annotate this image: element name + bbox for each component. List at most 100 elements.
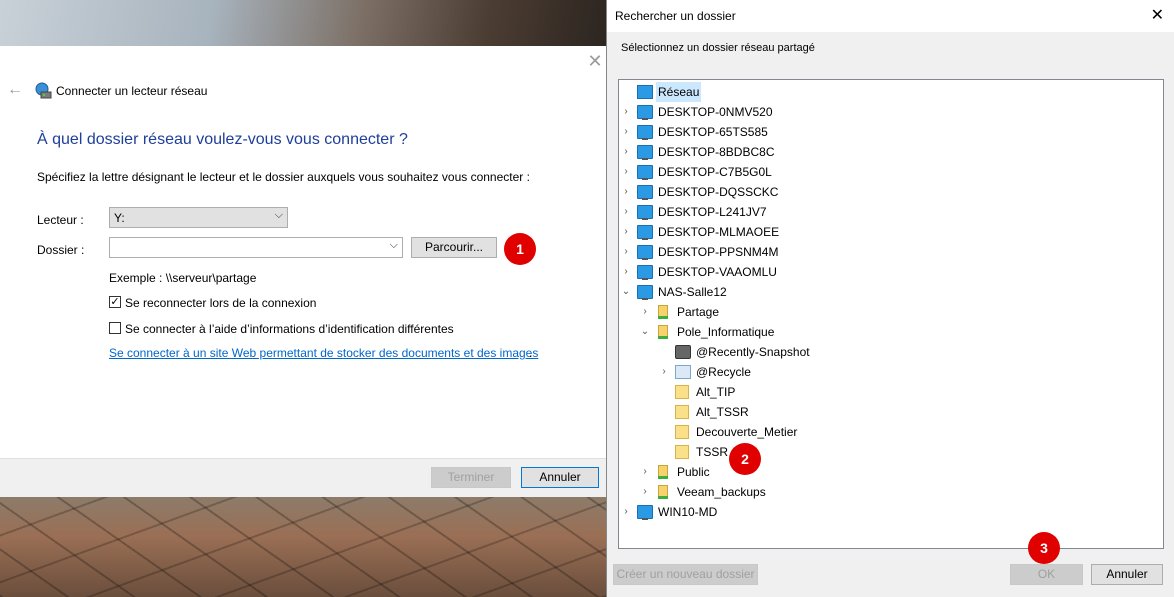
tree-item[interactable]: › DESKTOP-DQSSCKC [619, 182, 1159, 202]
folder-label: Dossier : [37, 243, 85, 257]
chevron-right-icon[interactable]: › [639, 482, 651, 502]
step-badge-3: 3 [1028, 532, 1060, 564]
tree-item-label: TSSR [696, 445, 729, 459]
drive-select[interactable]: Y: ⌵ [109, 207, 288, 228]
tree-item[interactable]: › DESKTOP-65TS585 [619, 122, 1159, 142]
page-heading: À quel dossier réseau voulez-vous vous c… [37, 131, 408, 148]
tree-item-label: Decouverte_Metier [696, 425, 798, 439]
finish-button[interactable]: Terminer [431, 467, 511, 488]
tree-item-label: Alt_TIP [696, 385, 736, 399]
chevron-right-icon[interactable]: › [620, 242, 632, 262]
chevron-right-icon[interactable]: › [620, 122, 632, 142]
network-icon [637, 85, 653, 99]
shared-folder-icon [658, 305, 668, 319]
chevron-down-icon[interactable]: ⌄ [620, 282, 632, 302]
web-storage-link[interactable]: Se connecter à un site Web permettant de… [109, 346, 538, 360]
tree-item[interactable]: › DESKTOP-C7B5G0L [619, 162, 1159, 182]
chevron-down-icon[interactable]: ⌄ [639, 322, 651, 342]
chevron-right-icon[interactable]: › [620, 502, 632, 522]
desktop-wallpaper-top [0, 0, 606, 46]
chevron-right-icon[interactable]: › [620, 222, 632, 242]
folder-icon [675, 385, 689, 399]
chevron-down-icon[interactable]: ⌵ [390, 239, 398, 252]
reconnect-checkbox[interactable]: ✓ [109, 296, 121, 308]
desktop-wallpaper-bottom [0, 496, 606, 597]
tree-item-label: Réseau [656, 82, 702, 102]
shared-folder-icon [658, 465, 668, 479]
chevron-right-icon[interactable]: › [639, 302, 651, 322]
close-icon[interactable]: ✕ [586, 52, 604, 70]
tree-item-label: DESKTOP-C7B5G0L [658, 165, 772, 179]
tree-item[interactable]: › DESKTOP-PPSNM4M [619, 242, 1159, 262]
tree-item-label: Partage [677, 305, 720, 319]
recycle-icon [675, 365, 691, 379]
close-icon[interactable]: ✕ [1151, 5, 1164, 25]
folder-icon [675, 425, 689, 439]
tree-item[interactable]: › Veeam_backups [619, 482, 1159, 502]
chevron-right-icon[interactable]: › [620, 162, 632, 182]
cancel-button[interactable]: Annuler [521, 467, 599, 488]
dialog-title: Rechercher un dossier [615, 9, 736, 23]
tree-item[interactable]: › @Recycle [619, 362, 1159, 382]
tree-item[interactable]: › DESKTOP-8BDBC8C [619, 142, 1159, 162]
ok-button[interactable]: OK [1010, 564, 1083, 585]
tree-item-label: WIN10-MD [658, 505, 718, 519]
chevron-right-icon[interactable]: › [620, 182, 632, 202]
browse-button[interactable]: Parcourir... [411, 237, 497, 258]
tree-item-label: Alt_TSSR [696, 405, 749, 419]
tree-item-label: @Recently-Snapshot [696, 345, 810, 359]
tree-item[interactable]: › Partage [619, 302, 1159, 322]
dialog-titlebar: Rechercher un dossier ✕ [607, 0, 1174, 32]
tree-item[interactable]: › WIN10-MD [619, 502, 1159, 522]
other-credentials-checkbox[interactable] [109, 322, 121, 334]
new-folder-button[interactable]: Créer un nouveau dossier [613, 564, 758, 585]
tree-item-label: DESKTOP-0NMV520 [658, 105, 773, 119]
tree-item[interactable]: › Public [619, 462, 1159, 482]
folder-icon [675, 405, 689, 419]
instruction-text: Spécifiez la lettre désignant le lecteur… [37, 170, 530, 184]
chevron-right-icon[interactable]: › [620, 262, 632, 282]
tree-item[interactable]: › DESKTOP-VAAOMLU [619, 262, 1159, 282]
tree-item[interactable]: ⌄ Pole_Informatique [619, 322, 1159, 342]
folder-tree[interactable]: Réseau › DESKTOP-0NMV520 › DESKTOP-65TS585 › D… [618, 79, 1164, 549]
computer-icon [637, 105, 653, 120]
tree-item[interactable]: Alt_TIP [619, 382, 1159, 402]
computer-icon [637, 505, 653, 520]
dialog-description: Sélectionnez un dossier réseau partagé [621, 42, 815, 54]
chevron-right-icon[interactable]: › [620, 142, 632, 162]
tree-item-label: Pole_Informatique [677, 325, 775, 339]
dialog-cancel-button[interactable]: Annuler [1091, 564, 1163, 585]
step-badge-1: 1 [504, 233, 536, 265]
tree-item[interactable]: Alt_TSSR [619, 402, 1159, 422]
computer-icon [637, 265, 653, 280]
tree-item[interactable]: Réseau [619, 82, 1159, 102]
tree-item-label: DESKTOP-PPSNM4M [658, 245, 779, 259]
tree-item-label: Public [677, 465, 710, 479]
map-network-drive-window: ✕ ← Connecter un lecteur réseau À quel d… [0, 46, 606, 497]
drive-value: Y: [114, 211, 125, 225]
tree-item[interactable]: › DESKTOP-0NMV520 [619, 102, 1159, 122]
wizard-header: ← [7, 81, 27, 99]
back-arrow-icon[interactable]: ← [7, 81, 27, 99]
tree-item[interactable]: Decouverte_Metier [619, 422, 1159, 442]
tree-item[interactable]: › DESKTOP-MLMAOEE [619, 222, 1159, 242]
chevron-right-icon[interactable]: › [620, 102, 632, 122]
tree-item[interactable]: @Recently-Snapshot [619, 342, 1159, 362]
tree-item-label: DESKTOP-L241JV7 [658, 205, 767, 219]
tree-item[interactable]: TSSR [619, 442, 1159, 462]
example-text: Exemple : \\serveur\partage [109, 271, 257, 285]
chevron-right-icon[interactable]: › [639, 462, 651, 482]
tree-item[interactable]: ⌄ NAS-Salle12 [619, 282, 1159, 302]
reconnect-label: Se reconnecter lors de la connexion [125, 296, 317, 310]
folder-input[interactable]: ⌵ [109, 237, 403, 258]
chevron-right-icon[interactable]: › [658, 362, 670, 382]
tree-item-label: DESKTOP-8BDBC8C [658, 145, 775, 159]
tree-item[interactable]: › DESKTOP-L241JV7 [619, 202, 1159, 222]
shared-folder-icon [658, 485, 668, 499]
folder-icon [675, 445, 689, 459]
computer-icon [637, 165, 653, 180]
computer-icon [637, 245, 653, 260]
chevron-right-icon[interactable]: › [620, 202, 632, 222]
other-credentials-label: Se connecter à l’aide d’informations d’i… [125, 322, 454, 336]
tree-item-label: DESKTOP-DQSSCKC [658, 185, 779, 199]
